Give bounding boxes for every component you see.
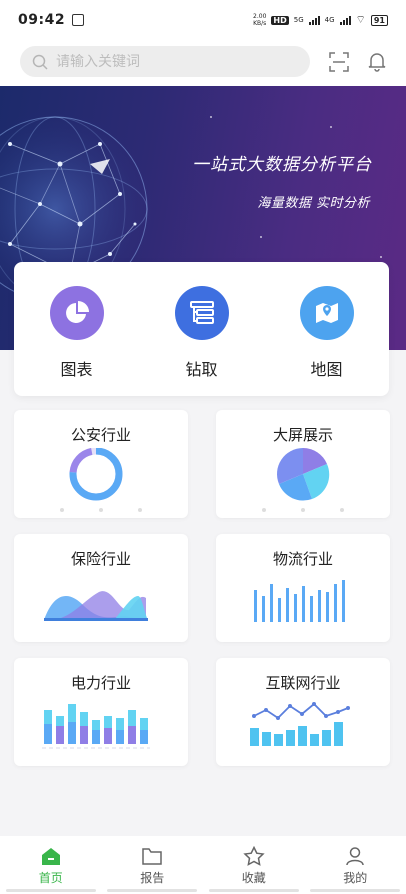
industry-card-title: 公安行业 <box>70 426 131 444</box>
tab-underline <box>107 889 198 892</box>
tab-home[interactable]: 首页 <box>0 836 102 894</box>
tab-label: 收藏 <box>241 871 266 885</box>
folder-icon <box>142 848 162 865</box>
star-icon <box>243 846 265 866</box>
bell-icon[interactable] <box>366 50 388 72</box>
industry-card-title: 电力行业 <box>70 674 131 692</box>
quick-actions-card: 图表 钻取 地图 <box>14 262 389 396</box>
home-icon <box>41 848 60 865</box>
pager-dots <box>216 508 390 512</box>
signal-icon <box>308 15 320 25</box>
banner-title: 一站式大数据分析平台 <box>192 155 372 175</box>
search-input[interactable] <box>56 53 286 70</box>
industry-card-internet[interactable]: 互联网行业 <box>216 658 390 766</box>
message-icon <box>72 14 85 26</box>
pie-chart-icon <box>49 286 104 340</box>
star-dot <box>380 256 382 258</box>
industry-card-public-security[interactable]: 公安行业 <box>14 410 188 518</box>
tab-mine[interactable]: 我的 <box>305 836 406 894</box>
industry-card-title: 物流行业 <box>272 550 333 568</box>
signal-icon-2 <box>339 15 351 25</box>
quick-action-label: 钻取 <box>185 360 218 379</box>
tab-label: 报告 <box>140 871 165 885</box>
wifi-icon: ⌔ <box>355 13 366 26</box>
combo-chart-thumbnail <box>250 702 350 746</box>
bottom-tab-bar: 首页 报告 收藏 我的 <box>0 836 406 894</box>
status-bar: 09:42 2.00 KB/s HD 5G 4G ⌔ 91 <box>0 0 406 40</box>
donut-chart-thumbnail <box>69 448 123 501</box>
industry-card-power[interactable]: 电力行业 <box>14 658 188 766</box>
pager-dots <box>14 508 188 512</box>
tab-report[interactable]: 报告 <box>102 836 204 894</box>
industry-card-logistics[interactable]: 物流行业 <box>216 534 390 642</box>
tab-favorites[interactable]: 收藏 <box>203 836 305 894</box>
hd-badge: HD <box>271 15 289 25</box>
area-chart-thumbnail <box>44 591 148 621</box>
battery-icon: 91 <box>370 14 388 26</box>
industry-card-insurance[interactable]: 保险行业 <box>14 534 188 642</box>
scan-icon[interactable] <box>328 51 350 73</box>
signal-4g-label: 4G <box>324 16 335 24</box>
quick-action-label: 图表 <box>60 360 93 379</box>
tab-underline <box>310 889 401 892</box>
industry-card-big-screen[interactable]: 大屏展示 <box>216 410 390 518</box>
tab-underline <box>5 889 96 892</box>
tab-underline <box>208 889 299 892</box>
search-icon <box>32 54 48 70</box>
tab-label: 首页 <box>38 871 63 885</box>
stacked-bar-chart-thumbnail <box>42 704 150 749</box>
star-dot <box>330 126 332 128</box>
banner-subtitle: 海量数据 实时分析 <box>257 196 370 211</box>
quick-action-map[interactable]: 地图 <box>264 262 389 396</box>
signal-5g-label: 5G <box>293 16 304 24</box>
net-speed: 2.00 KB/s <box>253 13 267 27</box>
quick-action-chart[interactable]: 图表 <box>14 262 139 396</box>
pie-chart-thumbnail <box>277 448 330 501</box>
industry-card-title: 大屏展示 <box>272 426 333 444</box>
bar-chart-thumbnail <box>254 580 345 622</box>
quick-action-label: 地图 <box>310 360 343 379</box>
user-icon <box>346 847 364 866</box>
star-dot <box>210 116 212 118</box>
status-indicators: 2.00 KB/s HD 5G 4G ⌔ 91 <box>253 13 388 27</box>
industry-card-title: 互联网行业 <box>265 674 341 692</box>
star-dot <box>260 236 262 238</box>
quick-action-drill[interactable]: 钻取 <box>139 262 264 396</box>
industry-card-title: 保险行业 <box>70 550 131 568</box>
status-time: 09:42 <box>18 12 66 28</box>
tab-label: 我的 <box>343 871 368 885</box>
app-screen: 09:42 2.00 KB/s HD 5G 4G ⌔ 91 请输入关键词 一站式… <box>0 0 406 894</box>
search-bar-row <box>0 40 406 86</box>
drill-icon <box>174 286 229 340</box>
map-icon <box>299 286 354 340</box>
search-box[interactable] <box>20 46 310 77</box>
